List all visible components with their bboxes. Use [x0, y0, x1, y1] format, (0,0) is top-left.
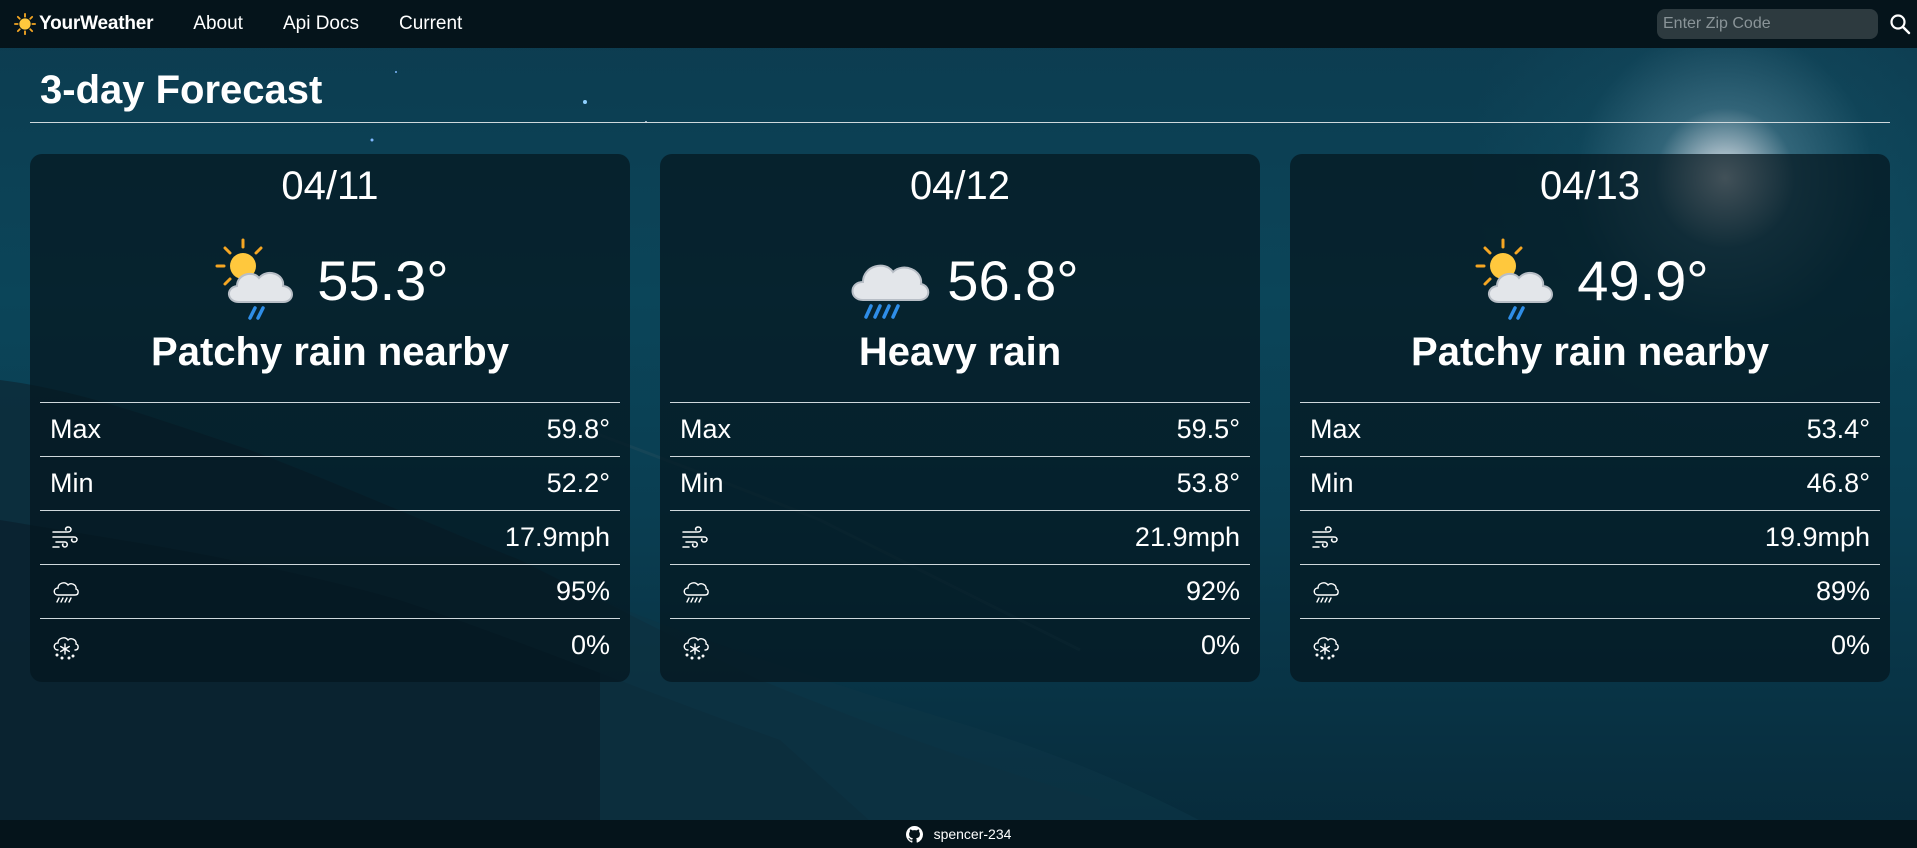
page-title: 3-day Forecast: [40, 68, 323, 112]
stat-value-wind: 21.9mph: [1134, 522, 1240, 552]
nav-link-about[interactable]: About: [193, 13, 243, 35]
stat-row-max: Max 59.8°: [40, 402, 620, 456]
stat-value-wind: 17.9mph: [504, 522, 610, 552]
forecast-date: 04/12: [909, 164, 1011, 208]
sun-logo-icon: [14, 13, 36, 35]
navbar: YourWeather About Api Docs Current: [0, 0, 1917, 48]
forecast-date: 04/13: [1539, 164, 1641, 208]
stat-value-snow: 0%: [1830, 630, 1870, 660]
stat-row-snow: 0%: [1300, 618, 1880, 672]
stat-value-snow: 0%: [570, 630, 610, 660]
patchy-rain-icon: [215, 238, 294, 320]
snow-chance-icon: [683, 636, 709, 660]
forecast-temperature: 49.9°: [1577, 248, 1709, 312]
forecast-main: 55.3°: [30, 234, 630, 326]
forecast-temperature: 55.3°: [317, 248, 449, 312]
stat-value-max: 53.4°: [1806, 414, 1870, 444]
forecast-card: 04/11 55.3° Patchy rain nearby Max 59.8°: [30, 154, 630, 682]
forecast-card: 04/13 49.9° Patchy rain nearby Max 53.4°: [1290, 154, 1890, 682]
heavy-rain-icon: [851, 264, 930, 319]
brand-name: YourWeather: [39, 13, 154, 34]
stat-row-max: Max 53.4°: [1300, 402, 1880, 456]
forecast-condition: Patchy rain nearby: [1411, 330, 1769, 374]
forecast-main: 56.8°: [660, 234, 1260, 326]
patchy-rain-icon: [1475, 238, 1554, 320]
forecast-main: 49.9°: [1290, 234, 1890, 326]
stat-value-min: 53.8°: [1176, 468, 1240, 498]
stat-row-rain: 92%: [670, 564, 1250, 618]
snow-chance-icon: [53, 636, 79, 660]
nav-link-current[interactable]: Current: [399, 13, 462, 35]
rain-chance-icon: [683, 581, 709, 603]
stat-label-min: Min: [680, 468, 724, 498]
wind-icon: [1312, 525, 1338, 548]
wind-icon: [682, 525, 708, 548]
rain-chance-icon: [1313, 581, 1339, 603]
stat-value-min: 52.2°: [546, 468, 610, 498]
rain-chance-icon: [53, 581, 79, 603]
zip-code-input[interactable]: [1657, 9, 1878, 39]
stat-row-max: Max 59.5°: [670, 402, 1250, 456]
stat-row-snow: 0%: [670, 618, 1250, 672]
stat-value-wind: 19.9mph: [1764, 522, 1870, 552]
search-icon[interactable]: [1888, 12, 1912, 36]
stat-value-max: 59.5°: [1176, 414, 1240, 444]
stat-value-min: 46.8°: [1806, 468, 1870, 498]
stat-label-max: Max: [680, 414, 732, 444]
stat-row-rain: 95%: [40, 564, 620, 618]
stat-row-min: Min 53.8°: [670, 456, 1250, 510]
brand-link[interactable]: YourWeather: [14, 13, 153, 35]
stat-row-snow: 0%: [40, 618, 620, 672]
snow-chance-icon: [1313, 636, 1339, 660]
stat-label-max: Max: [50, 414, 102, 444]
stat-row-wind: 17.9mph: [40, 510, 620, 564]
stat-row-wind: 19.9mph: [1300, 510, 1880, 564]
stat-row-min: Min 52.2°: [40, 456, 620, 510]
stat-value-rain: 92%: [1185, 576, 1240, 606]
stat-value-rain: 95%: [555, 576, 610, 606]
forecast-card: 04/12 56.8° Heavy rain Max 59.5° Min 53.…: [660, 154, 1260, 682]
stat-label-max: Max: [1310, 414, 1362, 444]
stat-value-max: 59.8°: [546, 414, 610, 444]
stat-row-wind: 21.9mph: [670, 510, 1250, 564]
github-username-link[interactable]: spencer-234: [934, 826, 1012, 842]
wind-icon: [52, 525, 78, 548]
forecast-date: 04/11: [281, 164, 379, 208]
stat-value-snow: 0%: [1200, 630, 1240, 660]
forecast-stats: Max 59.8° Min 52.2° 17.9mph 95% 0%: [40, 402, 620, 672]
stat-value-rain: 89%: [1815, 576, 1870, 606]
stat-label-min: Min: [1310, 468, 1354, 498]
forecast-condition: Heavy rain: [858, 330, 1062, 374]
github-icon[interactable]: [905, 825, 923, 843]
forecast-stats: Max 59.5° Min 53.8° 21.9mph 92% 0%: [670, 402, 1250, 672]
forecast-condition: Patchy rain nearby: [151, 330, 509, 374]
forecast-temperature: 56.8°: [947, 248, 1079, 312]
stat-row-min: Min 46.8°: [1300, 456, 1880, 510]
title-divider: [30, 122, 1890, 123]
stat-label-min: Min: [50, 468, 94, 498]
stat-row-rain: 89%: [1300, 564, 1880, 618]
footer: spencer-234: [0, 820, 1917, 848]
forecast-stats: Max 53.4° Min 46.8° 19.9mph 89% 0%: [1300, 402, 1880, 672]
nav-link-api-docs[interactable]: Api Docs: [283, 13, 359, 35]
